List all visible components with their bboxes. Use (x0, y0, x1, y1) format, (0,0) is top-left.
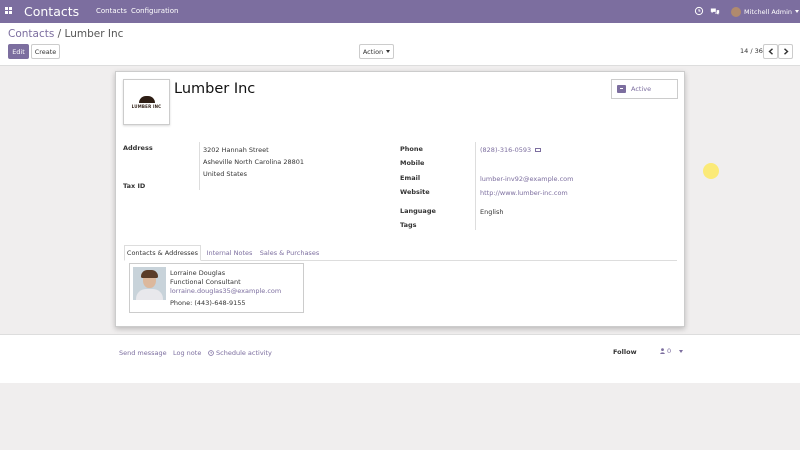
schedule-activity-label: Schedule activity (216, 349, 272, 357)
logo-text: LUMBER INC (131, 104, 162, 109)
action-label: Action (362, 47, 384, 56)
user-avatar (731, 6, 741, 17)
schedule-activity-button[interactable]: Schedule activity (208, 349, 272, 357)
contact-card[interactable]: Lorraine Douglas Functional Consultant l… (129, 263, 304, 313)
column-divider (199, 142, 200, 190)
chevron-down-icon (679, 349, 684, 353)
user-menu[interactable]: Mitchell Admin (731, 5, 800, 18)
pager-value: 14 / 36 (740, 47, 763, 55)
sms-icon[interactable] (535, 148, 542, 152)
language-label: Language (400, 207, 436, 215)
send-message-button[interactable]: Send message (119, 349, 167, 357)
tab-contacts-addresses[interactable]: Contacts & Addresses (124, 245, 201, 261)
chevron-right-icon (783, 48, 789, 55)
top-navbar: Contacts Contacts Configuration Mitchell… (0, 0, 800, 23)
logo-mark (139, 96, 155, 103)
log-note-button[interactable]: Log note (173, 349, 201, 357)
address-street: 3202 Hannah Street (203, 146, 269, 154)
breadcrumb-contacts[interactable]: Contacts (8, 28, 54, 40)
follow-button[interactable]: Follow (613, 348, 637, 356)
email-label: Email (400, 174, 421, 182)
email-value[interactable]: lumber-inv92@example.com (480, 175, 573, 183)
app-brand[interactable]: Contacts (24, 4, 79, 19)
chevron-down-icon (795, 10, 800, 13)
partner-name: Lumber Inc (174, 81, 256, 97)
website-label: Website (400, 188, 430, 196)
form-sheet: LUMBER INC Lumber Inc Active Address 320… (115, 71, 685, 327)
tags-label: Tags (400, 221, 417, 229)
company-logo[interactable]: LUMBER INC (123, 79, 170, 125)
control-panel: Contacts / Lumber Inc Edit Create Action… (0, 23, 800, 66)
followers-count: 0 (667, 347, 672, 355)
clock-icon[interactable] (694, 6, 704, 16)
breadcrumb-current: Lumber Inc (64, 28, 124, 40)
pager-next-button[interactable] (778, 44, 793, 59)
contact-email[interactable]: lorraine.douglas35@example.com (170, 287, 281, 295)
pager-previous-button[interactable] (763, 44, 778, 59)
cursor-highlight (703, 163, 719, 179)
phone-label: Phone (400, 145, 423, 153)
breadcrumb: Contacts / Lumber Inc (8, 28, 123, 40)
tab-sales-purchases[interactable]: Sales & Purchases (258, 245, 321, 261)
language-value: English (480, 208, 504, 216)
archive-icon (617, 85, 626, 93)
phone-value[interactable]: (828)-316-0593 (480, 146, 542, 154)
chevron-left-icon (767, 48, 773, 55)
edit-button[interactable]: Edit (8, 44, 29, 59)
chatter: Send message Log note Schedule activity … (0, 334, 800, 383)
apps-menu-icon[interactable] (5, 7, 12, 14)
clock-icon (208, 350, 214, 356)
breadcrumb-separator: / (54, 28, 65, 40)
followers-button[interactable]: 0 (660, 347, 684, 355)
address-label: Address (123, 144, 153, 152)
notebook-tabs: Contacts & Addresses Internal Notes Sale… (124, 245, 677, 261)
mobile-label: Mobile (400, 159, 425, 167)
menu-contacts[interactable]: Contacts (96, 7, 127, 15)
user-name: Mitchell Admin (744, 7, 793, 16)
action-button[interactable]: Action (359, 44, 394, 59)
contact-photo (133, 267, 166, 300)
phone-number: (828)-316-0593 (480, 146, 532, 154)
address-city: Asheville North Carolina 28801 (203, 158, 305, 166)
tax-id-label: Tax ID (123, 182, 146, 190)
active-toggle-button[interactable]: Active (611, 79, 678, 99)
website-value[interactable]: http://www.lumber-inc.com (480, 189, 568, 197)
active-label: Active (631, 85, 652, 93)
chat-icon[interactable] (710, 6, 720, 16)
menu-configuration[interactable]: Configuration (131, 7, 178, 15)
contact-phone: Phone: (443)-648-9155 (170, 299, 246, 307)
column-divider (475, 142, 476, 230)
contact-function: Functional Consultant (170, 278, 241, 286)
address-country: United States (203, 170, 248, 178)
create-button[interactable]: Create (31, 44, 60, 59)
chevron-down-icon (386, 50, 391, 53)
contact-name: Lorraine Douglas (170, 269, 226, 277)
tab-internal-notes[interactable]: Internal Notes (203, 245, 256, 261)
user-icon (660, 348, 665, 354)
